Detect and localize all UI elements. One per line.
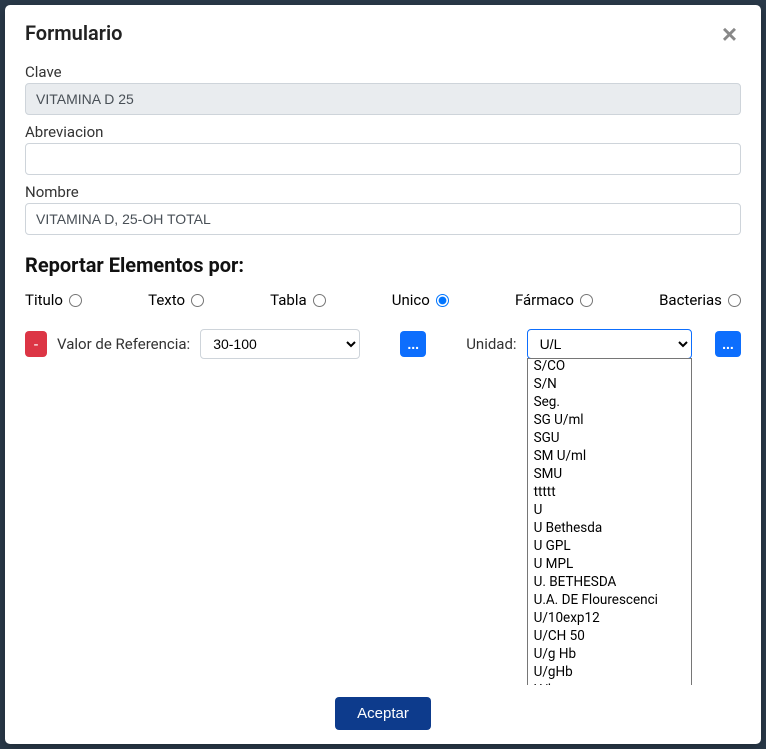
unidad-option[interactable]: S/CO [528, 358, 691, 375]
unidad-option[interactable]: SG U/ml [528, 411, 691, 429]
unidad-label: Unidad: [466, 335, 516, 353]
radio-texto-input[interactable] [191, 294, 204, 307]
radio-farmaco-label: Fármaco [515, 291, 574, 309]
unidad-option[interactable]: ttttt [528, 483, 691, 501]
unidad-option[interactable]: SMU [528, 465, 691, 483]
radio-row: Titulo Texto Tabla Unico Fármaco Bacteri… [25, 291, 741, 329]
unidad-option[interactable]: U GPL [528, 537, 691, 555]
radio-titulo[interactable]: Titulo [25, 291, 82, 309]
modal-body: Clave Abreviacion Nombre Reportar Elemen… [5, 63, 761, 685]
unidad-option[interactable]: Seg. [528, 393, 691, 411]
reference-label: Valor de Referencia: [57, 335, 190, 353]
modal-header: Formulario × [5, 5, 761, 63]
modal-dialog: Formulario × Clave Abreviacion Nombre Re… [5, 5, 761, 744]
radio-bacterias-input[interactable] [728, 294, 741, 307]
radio-unico-input[interactable] [436, 294, 449, 307]
clave-input[interactable] [25, 83, 741, 115]
unidad-option[interactable]: U MPL [528, 555, 691, 573]
clave-label: Clave [25, 63, 741, 81]
nombre-input[interactable] [25, 203, 741, 235]
radio-unico-label: Unico [392, 291, 430, 309]
field-nombre: Nombre [25, 183, 741, 235]
remove-reference-button[interactable]: - [25, 331, 47, 357]
radio-bacterias[interactable]: Bacterias [659, 291, 741, 309]
close-button[interactable]: × [718, 21, 741, 47]
radio-bacterias-label: Bacterias [659, 291, 722, 309]
abreviacion-input[interactable] [25, 143, 741, 175]
accept-button[interactable]: Aceptar [335, 697, 431, 730]
radio-texto-label: Texto [148, 291, 185, 309]
unidad-option[interactable]: U [528, 501, 691, 519]
reference-select[interactable]: 30-100 [200, 329, 360, 359]
reference-more-button[interactable]: ... [400, 331, 426, 357]
radio-titulo-label: Titulo [25, 291, 63, 309]
unidad-dropdown-list[interactable]: S/COS/NSeg.SG U/mlSGUSM U/mlSMUtttttUU B… [527, 358, 692, 685]
radio-texto[interactable]: Texto [148, 291, 204, 309]
radio-tabla-input[interactable] [313, 294, 326, 307]
unidad-option[interactable]: U/CH 50 [528, 627, 691, 645]
unidad-select-wrapper: U/L S/COS/NSeg.SG U/mlSGUSM U/mlSMUttttt… [527, 329, 692, 359]
radio-titulo-input[interactable] [69, 294, 82, 307]
unidad-option[interactable]: U. BETHESDA [528, 573, 691, 591]
field-clave: Clave [25, 63, 741, 115]
unidad-option[interactable]: U/gHb [528, 663, 691, 681]
radio-unico[interactable]: Unico [392, 291, 449, 309]
modal-title: Formulario [25, 21, 123, 45]
modal-footer: Aceptar [5, 685, 761, 744]
unidad-select[interactable]: U/L [527, 329, 692, 359]
section-title: Reportar Elementos por: [25, 253, 741, 277]
radio-farmaco-input[interactable] [580, 294, 593, 307]
nombre-label: Nombre [25, 183, 741, 201]
radio-tabla-label: Tabla [270, 291, 307, 309]
unidad-option[interactable]: U/g Hb [528, 645, 691, 663]
reference-row: - Valor de Referencia: 30-100 ... Unidad… [25, 329, 741, 359]
radio-farmaco[interactable]: Fármaco [515, 291, 593, 309]
unidad-more-button[interactable]: ... [715, 331, 741, 357]
unidad-option[interactable]: U.A. DE Flourescenci [528, 591, 691, 609]
unidad-option[interactable]: U/10exp12 [528, 609, 691, 627]
unidad-option[interactable]: S/N [528, 375, 691, 393]
unidad-option[interactable]: SGU [528, 429, 691, 447]
unidad-option[interactable]: U Bethesda [528, 519, 691, 537]
unidad-option[interactable]: SM U/ml [528, 447, 691, 465]
radio-tabla[interactable]: Tabla [270, 291, 326, 309]
field-abreviacion: Abreviacion [25, 123, 741, 175]
unidad-option[interactable]: U/h [528, 681, 691, 685]
abreviacion-label: Abreviacion [25, 123, 741, 141]
